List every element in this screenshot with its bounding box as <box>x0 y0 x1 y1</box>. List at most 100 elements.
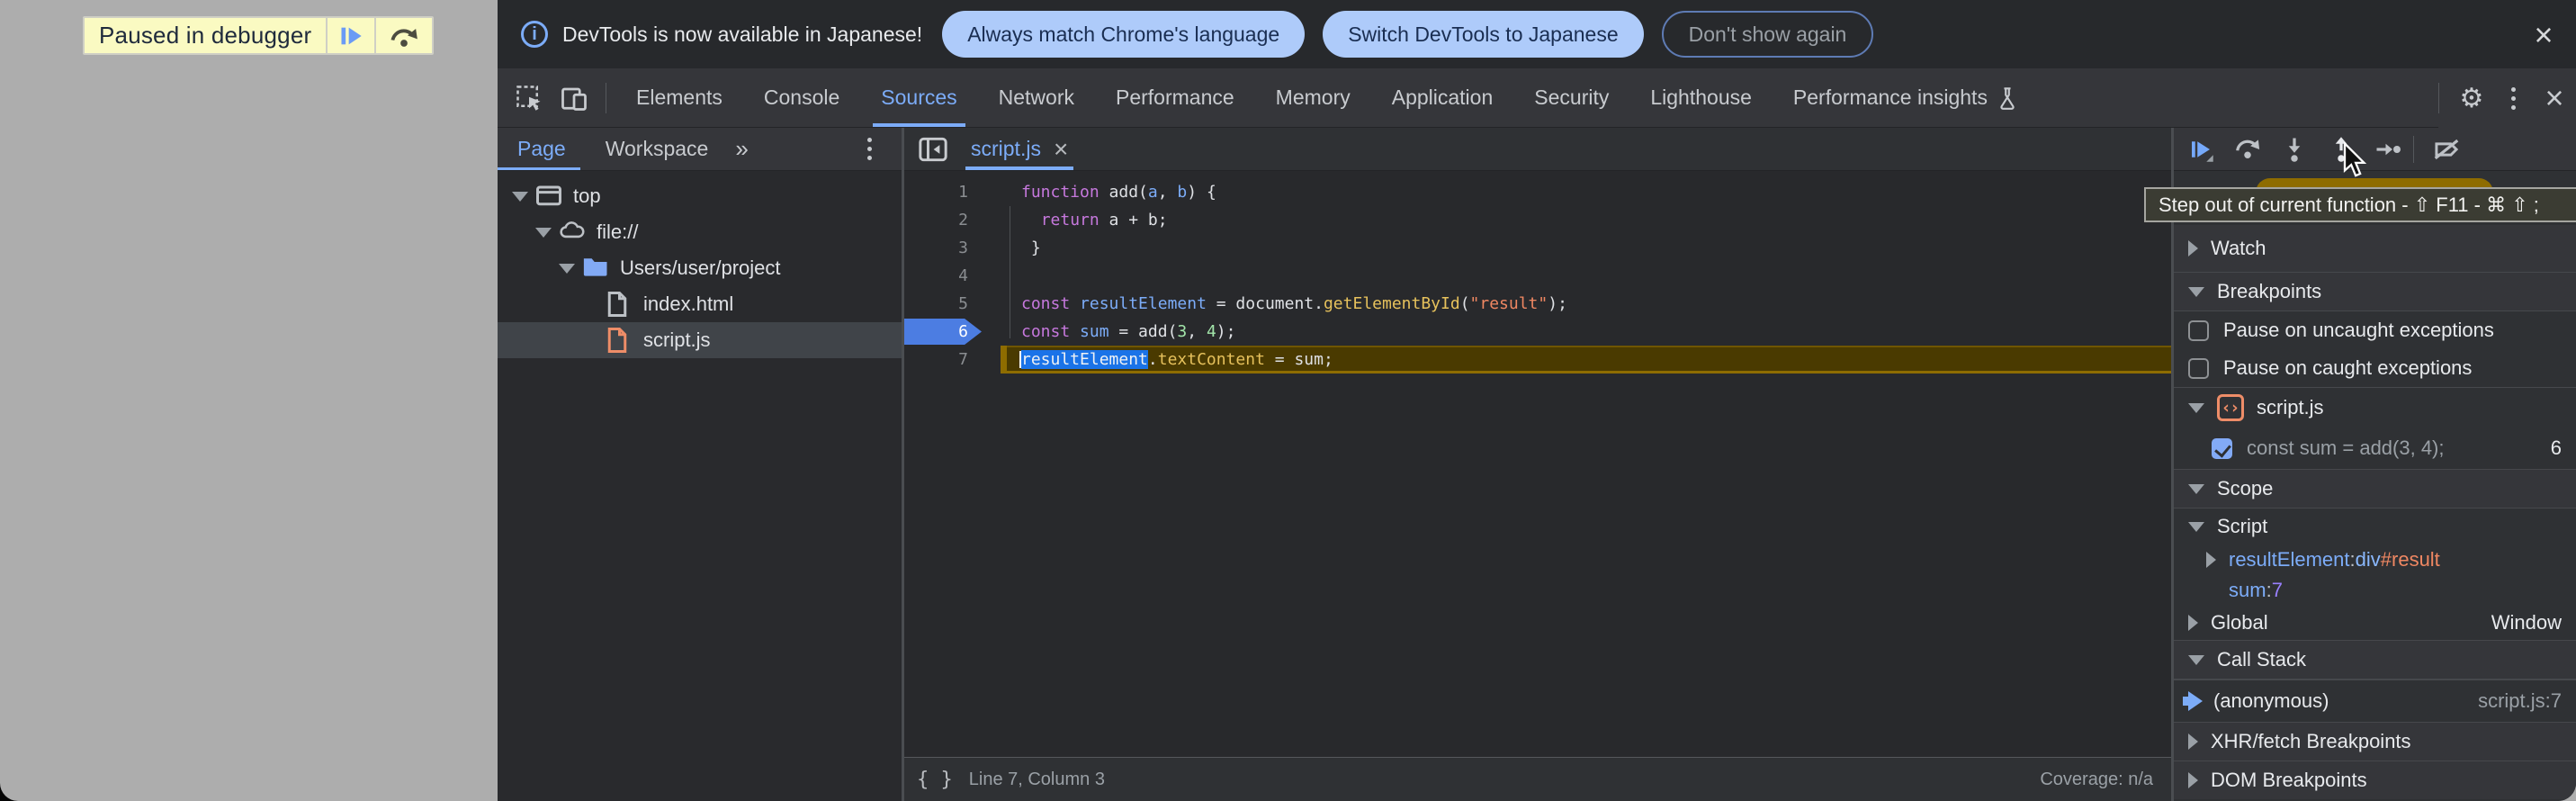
panel-tabs: ElementsConsoleSourcesNetworkPerformance… <box>615 68 2039 127</box>
line-number[interactable]: 4 <box>904 262 968 290</box>
code-line-6[interactable]: 6const sum = add(3, 4); <box>904 318 2171 346</box>
code-line-1[interactable]: 1function add(a, b) { <box>904 178 2171 206</box>
checkbox-pause-on-uncaught-exceptions[interactable]: Pause on uncaught exceptions <box>2174 311 2576 349</box>
scope-variable-sum[interactable]: sum: 7 <box>2174 575 2576 606</box>
collapsed-arrow-icon[interactable] <box>2188 240 2198 256</box>
collapsed-arrow-icon[interactable] <box>2206 552 2216 568</box>
navigator-tab-page[interactable]: Page <box>498 128 586 170</box>
tree-item-top[interactable]: top <box>498 178 902 214</box>
scope-variable-resultElement[interactable]: resultElement: div#result <box>2174 544 2576 575</box>
collapsed-arrow-icon[interactable] <box>2188 615 2198 631</box>
breakpoint-file-group[interactable]: ‹›script.js <box>2174 388 2576 428</box>
pretty-print-icon[interactable]: { } <box>917 769 953 791</box>
always-match-language-button[interactable]: Always match Chrome's language <box>942 11 1305 58</box>
code-token: , <box>1187 322 1207 341</box>
call-stack-frame[interactable]: (anonymous)script.js:7 <box>2174 680 2576 722</box>
variable-value: 7 <box>2272 579 2283 602</box>
editor-tab-scriptjs[interactable]: script.js × <box>971 128 1068 170</box>
section-header-breakpoints[interactable]: Breakpoints <box>2174 273 2576 310</box>
checkbox-icon[interactable] <box>2188 358 2209 379</box>
step-over-button[interactable] <box>376 18 432 53</box>
section-header-dom-breakpoints[interactable]: DOM Breakpoints <box>2174 761 2576 799</box>
folder-icon <box>582 255 609 282</box>
line-number[interactable]: 3 <box>904 234 968 262</box>
line-number[interactable]: 5 <box>904 290 968 318</box>
scope-global[interactable]: GlobalWindow <box>2174 606 2576 640</box>
navigator-more-options-icon[interactable] <box>849 138 889 160</box>
expanded-arrow-icon[interactable] <box>2188 403 2204 413</box>
step-over-icon <box>390 23 418 49</box>
expand-arrow-icon[interactable] <box>512 192 528 202</box>
line-number[interactable]: 1 <box>904 178 968 206</box>
tab-application[interactable]: Application <box>1371 68 1514 127</box>
line-number[interactable]: 6 <box>904 318 968 346</box>
code-token: resultElement <box>1021 350 1148 369</box>
tab-console[interactable]: Console <box>743 68 860 127</box>
section-header-call-stack[interactable]: Call Stack <box>2174 641 2576 679</box>
dont-show-again-button[interactable]: Don't show again <box>1662 11 1874 58</box>
breakpoint-checkbox-icon[interactable] <box>2212 438 2232 459</box>
collapsed-arrow-icon[interactable] <box>2188 772 2198 788</box>
editor-tab-close-icon[interactable]: × <box>1054 135 1068 164</box>
code-token: b <box>1177 183 1187 202</box>
tree-item-index-html[interactable]: index.html <box>498 286 902 322</box>
tree-item-label: Users/user/project <box>620 256 781 280</box>
code-line-5[interactable]: 5const resultElement = document.getEleme… <box>904 290 2171 318</box>
tree-item-file-[interactable]: file:// <box>498 214 902 250</box>
code-editor[interactable]: 1function add(a, b) {2 return a + b;3 }4… <box>904 171 2171 757</box>
more-options-icon[interactable] <box>2493 87 2533 110</box>
line-number[interactable]: 2 <box>904 206 968 234</box>
resume-script-execution-button[interactable] <box>2181 131 2221 167</box>
checkbox-icon[interactable] <box>2188 320 2209 341</box>
code-line-4[interactable]: 4 <box>904 262 2171 290</box>
section-title: DOM Breakpoints <box>2211 769 2367 792</box>
inspect-element-icon[interactable] <box>516 85 543 112</box>
tab-network[interactable]: Network <box>978 68 1095 127</box>
line-number[interactable]: 7 <box>904 346 968 374</box>
checkbox-pause-on-caught-exceptions[interactable]: Pause on caught exceptions <box>2174 349 2576 387</box>
devtools-close-icon[interactable]: × <box>2533 79 2576 117</box>
devtools-window: i DevTools is now available in Japanese!… <box>498 0 2576 801</box>
navigator-overflow-tabs-icon[interactable]: » <box>728 135 755 163</box>
step-over-button[interactable] <box>2228 131 2267 167</box>
expanded-arrow-icon[interactable] <box>2188 655 2204 665</box>
step-into-button[interactable] <box>2275 131 2314 167</box>
collapsed-arrow-icon[interactable] <box>2188 734 2198 750</box>
expanded-arrow-icon[interactable] <box>2188 484 2204 494</box>
tab-elements[interactable]: Elements <box>615 68 743 127</box>
expanded-arrow-icon[interactable] <box>2188 287 2204 297</box>
tab-performance-insights[interactable]: Performance insights <box>1773 68 2039 127</box>
code-line-7[interactable]: 7resultElement.textContent = sum; <box>904 346 2171 374</box>
expanded-arrow-icon[interactable] <box>2188 522 2204 532</box>
device-toolbar-icon[interactable] <box>561 85 588 112</box>
scope-script[interactable]: Script <box>2174 508 2576 544</box>
scope-label: Global <box>2211 611 2268 634</box>
tree-item-Users-user-project[interactable]: Users/user/project <box>498 250 902 286</box>
paused-banner-label: Paused in debugger <box>85 18 326 53</box>
code-line-2[interactable]: 2 return a + b; <box>904 206 2171 234</box>
section-header-scope[interactable]: Scope <box>2174 470 2576 508</box>
section-header-watch[interactable]: Watch <box>2174 225 2576 272</box>
infobar-close-icon[interactable]: × <box>2527 20 2560 50</box>
tab-sources[interactable]: Sources <box>860 68 977 127</box>
section-header-xhr-fetch-breakpoints[interactable]: XHR/fetch Breakpoints <box>2174 723 2576 760</box>
settings-gear-icon[interactable]: ⚙ <box>2450 83 2493 114</box>
navigator-pane: Page Workspace » topfile:// Users/user/pr… <box>498 128 902 801</box>
navigator-tab-workspace[interactable]: Workspace <box>586 128 729 170</box>
breakpoint-entry[interactable]: const sum = add(3, 4);6 <box>2174 428 2576 469</box>
code-line-3[interactable]: 3 } <box>904 234 2171 262</box>
resume-script-button[interactable] <box>328 18 374 53</box>
tab-memory[interactable]: Memory <box>1255 68 1371 127</box>
tab-performance[interactable]: Performance <box>1095 68 1255 127</box>
expand-arrow-icon[interactable] <box>535 228 552 238</box>
switch-devtools-japanese-button[interactable]: Switch DevTools to Japanese <box>1323 11 1643 58</box>
deactivate-breakpoints-button[interactable] <box>2427 131 2466 167</box>
step-button[interactable] <box>2368 131 2408 167</box>
editor-pane: script.js × 1function add(a, b) {2 retur… <box>904 128 2171 801</box>
tab-lighthouse[interactable]: Lighthouse <box>1629 68 1773 127</box>
tree-item-script-js[interactable]: script.js <box>498 322 902 358</box>
tab-security[interactable]: Security <box>1513 68 1629 127</box>
code-token: add( <box>1100 183 1148 202</box>
expand-arrow-icon[interactable] <box>559 264 575 274</box>
toggle-navigator-icon[interactable] <box>919 137 947 162</box>
